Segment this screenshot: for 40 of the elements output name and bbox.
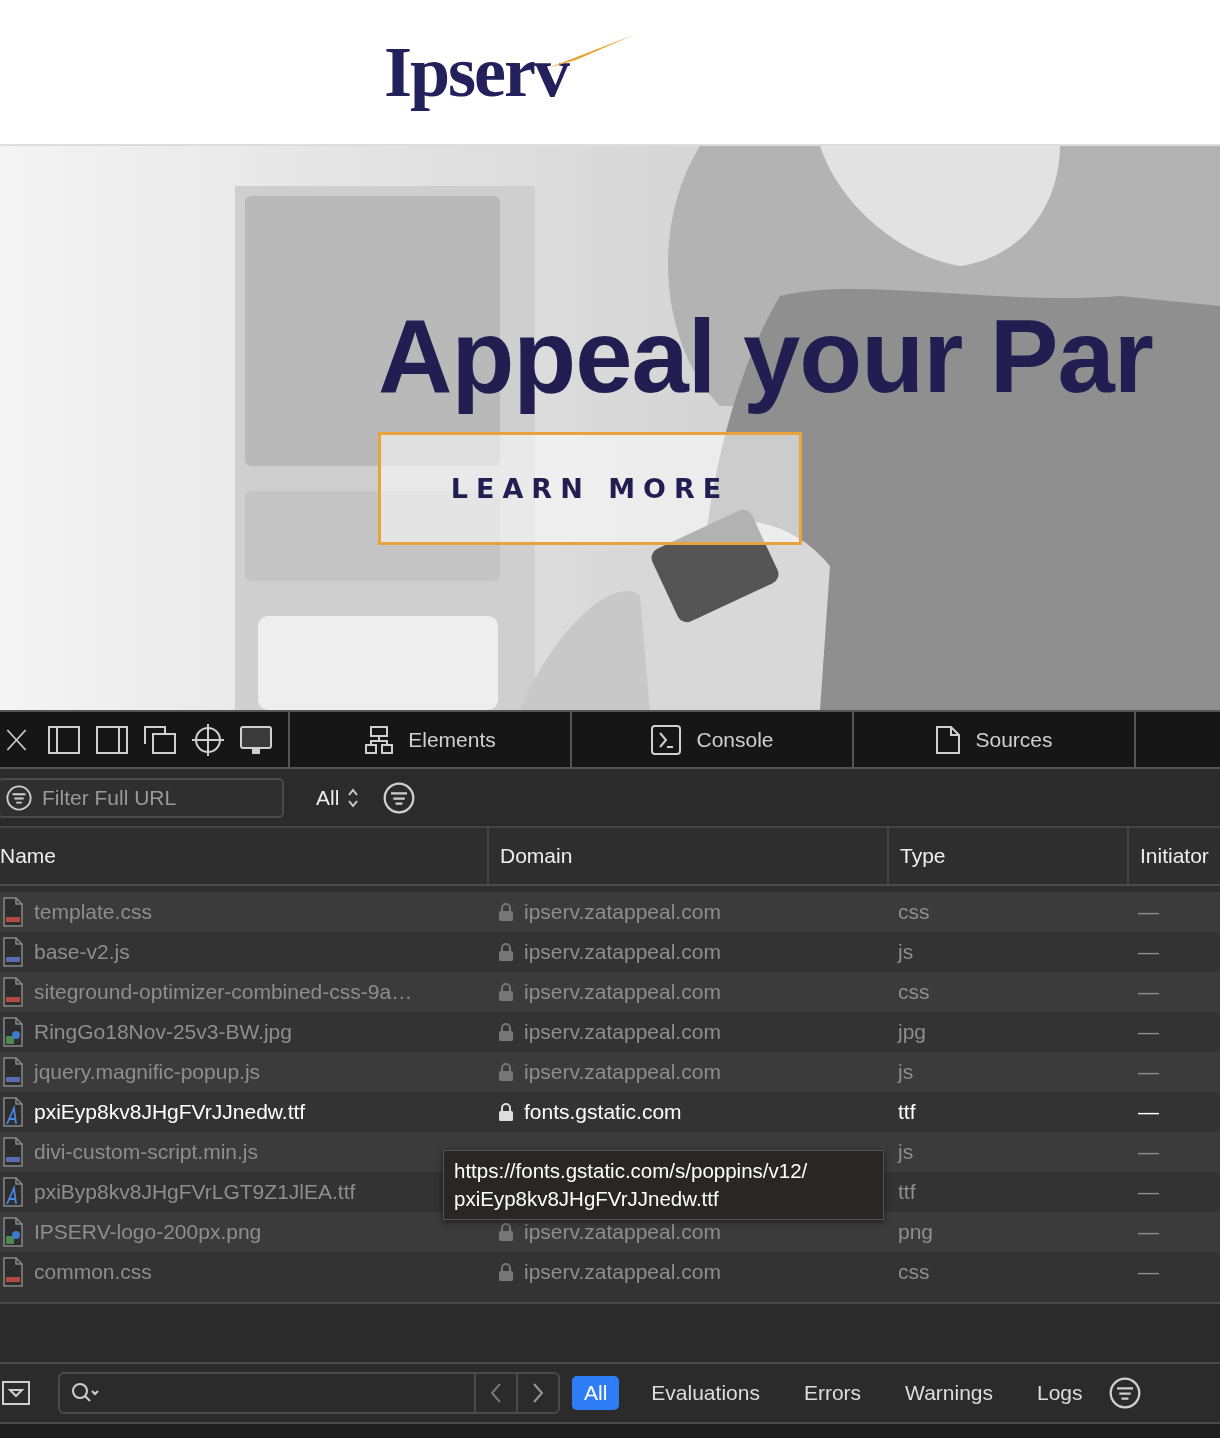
tooltip-text: pxiEyp8kv8JHgFVrJJnedw.ttf [454,1186,720,1212]
type-text: js [898,1140,914,1164]
type-text: ttf [898,1180,916,1204]
file-name: siteground-optimizer-combined-css-9a… [34,980,413,1004]
initiator-text: — [1138,1180,1159,1204]
initiator-text: — [1138,1140,1159,1164]
file-name: pxiByp8kv8JHgFVrLGT9Z1JlEA.ttf [34,1180,356,1204]
domain-text: ipserv.zatappeal.com [524,1220,721,1244]
type-text: css [898,980,930,1004]
domain-text: ipserv.zatappeal.com [524,1060,721,1084]
type-text: css [898,1260,930,1284]
file-name: base-v2.js [34,940,130,964]
hero-headline: Appeal your Par [378,298,1153,416]
file-name: RingGo18Nov-25v3-BW.jpg [34,1020,292,1044]
initiator-text: — [1138,1220,1159,1244]
initiator-text: — [1138,1260,1159,1284]
file-name: divi-custom-script.min.js [34,1140,259,1164]
file-name: common.css [34,1260,152,1284]
domain-text: ipserv.zatappeal.com [524,1020,721,1044]
initiator-text: — [1138,1100,1159,1124]
file-name: jquery.magnific-popup.js [34,1060,261,1084]
initiator-text: — [1138,1060,1159,1084]
domain-text: fonts.gstatic.com [524,1100,682,1124]
domain-text: ipserv.zatappeal.com [524,900,721,924]
domain-text: ipserv.zatappeal.com [524,1260,721,1284]
initiator-text: — [1138,1020,1159,1044]
initiator-text: — [1138,900,1159,924]
type-text: css [898,900,930,924]
file-name: IPSERV-logo-200px.png [34,1220,262,1244]
type-text: png [898,1220,934,1244]
type-text: jpg [898,1020,927,1044]
domain-text: ipserv.zatappeal.com [524,980,721,1004]
file-name: pxiEyp8kv8JHgFVrJJnedw.ttf [34,1100,306,1124]
file-name: template.css [34,900,152,924]
type-text: js [898,1060,914,1084]
type-text: js [898,940,914,964]
domain-text: ipserv.zatappeal.com [524,940,721,964]
initiator-text: — [1138,980,1159,1004]
initiator-text: — [1138,940,1159,964]
type-text: ttf [898,1100,916,1124]
